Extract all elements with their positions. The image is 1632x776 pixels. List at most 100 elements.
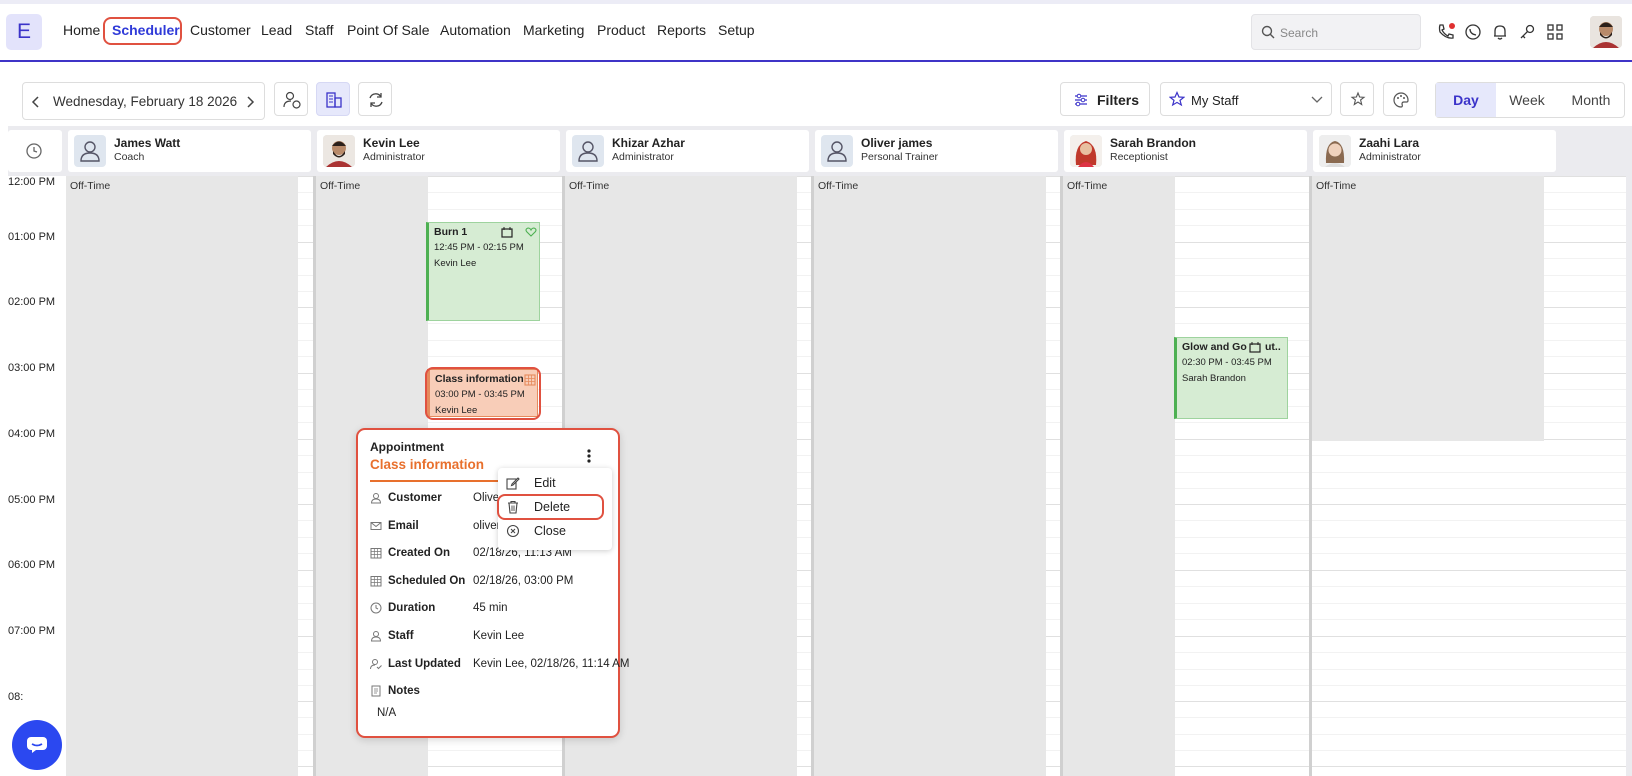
close-circle-icon [506, 524, 520, 538]
staff-role: Coach [114, 151, 145, 163]
staff-photo-avatar [323, 135, 355, 167]
nav-setup[interactable]: Setup [718, 22, 755, 38]
time-label: 08: [8, 691, 24, 703]
schedule-body: Off-Time Off-Time Off-Time Off-Time Off-… [66, 176, 1626, 776]
favorite-button[interactable] [1340, 82, 1374, 116]
search-placeholder: Search [1280, 26, 1319, 40]
staff-role: Administrator [612, 151, 674, 163]
appointment-title: Glow and Go [1182, 341, 1247, 353]
clock-icon [370, 602, 382, 614]
nav-lead[interactable]: Lead [261, 22, 292, 38]
view-switcher: Day Week Month [1435, 82, 1625, 118]
filters-label: Filters [1097, 92, 1140, 108]
staff-role: Administrator [1359, 151, 1421, 163]
staff-availability-button[interactable] [274, 82, 308, 116]
building-icon [326, 92, 342, 108]
theme-button[interactable] [1383, 82, 1417, 116]
off-time-block: Off-Time [66, 176, 298, 776]
notes-value: N/A [377, 707, 397, 719]
popup-type: Appointment [370, 440, 444, 454]
staff-placeholder-avatar [74, 135, 106, 167]
staff-column-header[interactable]: Oliver james Personal Trainer [815, 130, 1058, 172]
appointment-title: Burn 1 [434, 226, 468, 238]
staff-column-header[interactable]: Kevin Lee Administrator [317, 130, 560, 172]
popup-title: Class information [370, 457, 485, 472]
chat-icon [27, 737, 47, 753]
menu-close[interactable]: Close [498, 520, 612, 542]
bell-icon[interactable] [1490, 22, 1510, 42]
filters-button[interactable]: Filters [1060, 82, 1150, 116]
more-vertical-icon[interactable] [586, 448, 592, 464]
appointment-staff: Kevin Lee [434, 258, 477, 269]
refresh-icon [369, 93, 383, 107]
menu-edit[interactable]: Edit [498, 472, 612, 494]
view-month[interactable]: Month [1558, 83, 1624, 117]
staff-name: James Watt [114, 136, 181, 150]
staff-photo-avatar [1070, 135, 1102, 167]
resource-view-button[interactable] [316, 82, 350, 116]
appointment-title-suffix: ut.. [1265, 341, 1281, 353]
staff-placeholder-avatar [572, 135, 604, 167]
off-time-block: Off-Time [1312, 176, 1544, 441]
key-icon[interactable] [1517, 22, 1537, 42]
user-clock-icon [283, 91, 301, 109]
refresh-button[interactable] [358, 82, 392, 116]
view-week[interactable]: Week [1496, 83, 1558, 117]
staff-name: Khizar Azhar [612, 136, 685, 150]
search-icon [1261, 25, 1275, 39]
calendar-icon [501, 227, 513, 238]
chevron-right-icon[interactable] [245, 96, 255, 108]
time-label: 07:00 PM [8, 625, 56, 637]
nav-product[interactable]: Product [597, 22, 645, 38]
user-icon [370, 631, 382, 642]
time-header [8, 130, 62, 172]
staff-select[interactable]: My Staff [1160, 82, 1332, 116]
nav-home[interactable]: Home [63, 22, 100, 38]
nav-customer[interactable]: Customer [190, 22, 251, 38]
staff-column-header[interactable]: Khizar Azhar Administrator [566, 130, 809, 172]
nav-reports[interactable]: Reports [657, 22, 706, 38]
nav-point-of-sale[interactable]: Point Of Sale [347, 22, 430, 38]
phone-icon[interactable] [1436, 22, 1456, 42]
star-icon [1169, 91, 1185, 107]
whatsapp-icon[interactable] [1463, 22, 1483, 42]
time-label: 04:00 PM [8, 428, 56, 440]
view-day[interactable]: Day [1436, 83, 1496, 117]
off-time-block: Off-Time [1063, 176, 1175, 776]
staff-name: Sarah Brandon [1110, 136, 1197, 150]
user-icon [370, 493, 382, 504]
chevron-down-icon [1311, 96, 1323, 103]
appointment-time: 02:30 PM - 03:45 PM [1182, 357, 1272, 368]
palette-icon [1393, 92, 1409, 108]
current-date[interactable]: Wednesday, February 18 2026 [53, 94, 237, 109]
appointment-card[interactable]: Burn 1 12:45 PM - 02:15 PM Kevin Lee [426, 222, 540, 321]
nav-staff[interactable]: Staff [305, 22, 334, 38]
scheduler-toolbar: Wednesday, February 18 2026 Filters My S… [8, 76, 1632, 128]
nav-automation[interactable]: Automation [440, 22, 511, 38]
time-label: 02:00 PM [8, 296, 56, 308]
mail-icon [370, 522, 382, 530]
user-check-icon [370, 659, 382, 670]
staff-placeholder-avatar [821, 135, 853, 167]
delete-highlight [497, 494, 604, 520]
nav-marketing[interactable]: Marketing [523, 22, 584, 38]
notes-icon [371, 685, 381, 697]
staff-column-header[interactable]: Zaahi Lara Administrator [1313, 130, 1556, 172]
chevron-left-icon[interactable] [31, 96, 41, 108]
staff-role: Personal Trainer [861, 151, 939, 163]
app-logo[interactable]: E [6, 14, 42, 50]
staff-column-header[interactable]: Sarah Brandon Receptionist [1064, 130, 1307, 172]
top-accent-line [0, 0, 1632, 4]
staff-column-header[interactable]: James Watt Coach [68, 130, 311, 172]
calendar-grid: James Watt Coach Kevin Lee Administrator… [8, 126, 1632, 776]
user-avatar[interactable] [1590, 16, 1622, 48]
sliders-icon [1075, 93, 1087, 107]
appointment-time: 12:45 PM - 02:15 PM [434, 242, 524, 253]
chat-support-button[interactable] [12, 720, 62, 770]
appointment-card[interactable]: Glow and Go ut.. 02:30 PM - 03:45 PM Sar… [1174, 337, 1288, 419]
search-input[interactable]: Search [1251, 14, 1421, 50]
time-column: 12:00 PM 01:00 PM 02:00 PM 03:00 PM 04:0… [8, 176, 66, 776]
title-underline [370, 480, 510, 482]
time-label: 01:00 PM [8, 231, 56, 243]
apps-grid-icon[interactable] [1545, 22, 1565, 42]
